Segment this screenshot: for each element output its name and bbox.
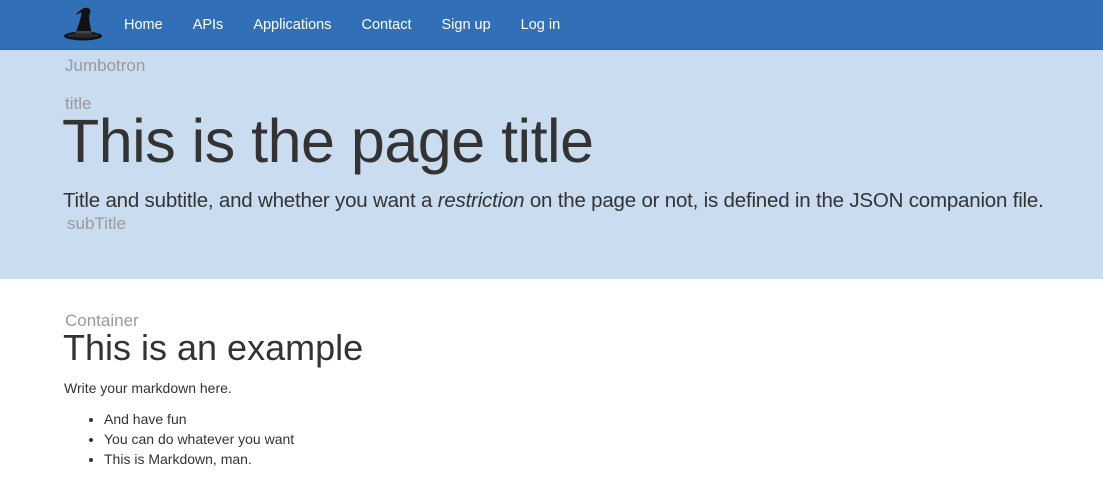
subtitle-text-post: on the page or not, is defined in the JS… bbox=[524, 189, 1044, 212]
nav-applications-link[interactable]: Applications bbox=[238, 0, 346, 50]
subtitle-text-pre: Title and subtitle, and whether you want… bbox=[63, 189, 438, 212]
subtitle-emphasis: restriction bbox=[437, 189, 525, 212]
nav-apis-link[interactable]: APIs bbox=[178, 0, 239, 50]
nav-contact-link[interactable]: Contact bbox=[347, 0, 427, 50]
nav-home-link[interactable]: Home bbox=[109, 0, 178, 50]
subtitle-annotation: subTitle bbox=[67, 214, 126, 233]
wizard-hat-icon[interactable] bbox=[63, 5, 105, 43]
page-title: This is the page title bbox=[62, 107, 594, 175]
list-item: This is Markdown, man. bbox=[104, 449, 294, 469]
nav-links: Home APIs Applications Contact Sign up L… bbox=[109, 0, 575, 50]
list-item: You can do whatever you want bbox=[104, 429, 294, 449]
nav-login-link[interactable]: Log in bbox=[506, 0, 576, 50]
intro-text: Write your markdown here. bbox=[64, 380, 232, 396]
page-subtitle: Title and subtitle, and whether you want… bbox=[63, 189, 1044, 213]
top-navbar: Home APIs Applications Contact Sign up L… bbox=[0, 0, 1103, 50]
list-item: And have fun bbox=[104, 409, 294, 429]
section-heading: This is an example bbox=[63, 327, 364, 368]
jumbotron-annotation: Jumbotron bbox=[65, 56, 146, 75]
bullet-list: And have fun You can do whatever you wan… bbox=[64, 409, 294, 469]
nav-signup-link[interactable]: Sign up bbox=[426, 0, 505, 50]
